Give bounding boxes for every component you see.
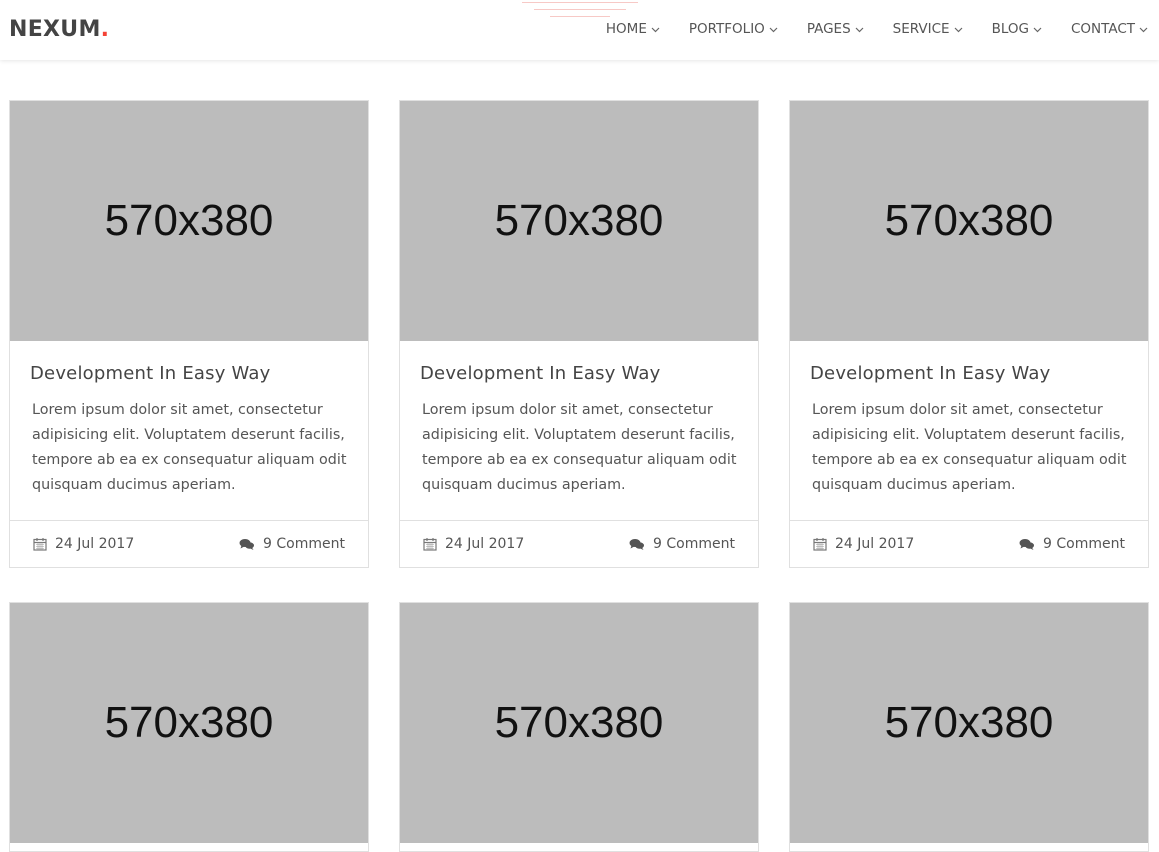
- nav-item-label: CONTACT: [1070, 21, 1135, 37]
- post-date-text: 24 Jul 2017: [835, 536, 915, 552]
- post-title[interactable]: Development In Easy Way: [420, 363, 738, 384]
- thumbnail-label: 570x380: [884, 196, 1054, 245]
- post-thumbnail[interactable]: 570x380: [10, 101, 368, 341]
- post-comments[interactable]: 9 Comment: [239, 536, 345, 552]
- header-decoration: [520, 0, 640, 20]
- nav-item-service[interactable]: SERVICE: [893, 21, 963, 37]
- calendar-icon: [423, 538, 437, 551]
- nav-item-contact[interactable]: CONTACT: [1071, 21, 1148, 37]
- brand-dot: .: [100, 17, 110, 42]
- thumbnail-label: 570x380: [104, 698, 274, 747]
- calendar-icon: [33, 538, 47, 551]
- post-comments[interactable]: 9 Comment: [629, 536, 735, 552]
- post-date: 24 Jul 2017: [33, 536, 134, 552]
- post-title[interactable]: Development In Easy Way: [810, 363, 1128, 384]
- post-meta: 24 Jul 2017 9 Comment: [400, 520, 758, 567]
- post-date-text: 24 Jul 2017: [55, 536, 135, 552]
- nav-item-pages[interactable]: PAGES: [807, 21, 864, 37]
- brand-logo[interactable]: NEXUM.: [9, 17, 109, 42]
- nav-item-label: HOME: [605, 21, 647, 37]
- blog-card: 570x380 Development In Easy Way Lorem ip…: [789, 100, 1149, 568]
- nav-item-blog[interactable]: BLOG: [992, 21, 1042, 37]
- chevron-down-icon: [954, 25, 963, 34]
- blog-card: 570x380 Development In Easy Way Lorem ip…: [399, 100, 759, 568]
- comments-icon: [629, 538, 645, 550]
- chevron-down-icon: [1139, 25, 1148, 34]
- nav-item-label: BLOG: [991, 21, 1029, 37]
- comments-icon: [1019, 538, 1035, 550]
- post-thumbnail[interactable]: 570x380: [10, 603, 368, 843]
- post-meta: 24 Jul 2017 9 Comment: [790, 520, 1148, 567]
- thumbnail-label: 570x380: [494, 196, 664, 245]
- post-thumbnail[interactable]: 570x380: [790, 101, 1148, 341]
- post-comments[interactable]: 9 Comment: [1019, 536, 1125, 552]
- main-nav: HOME PORTFOLIO PAGES SERVICE BLOG CONTAC…: [577, 21, 1148, 37]
- post-date: 24 Jul 2017: [813, 536, 914, 552]
- post-title[interactable]: Development In Easy Way: [30, 363, 348, 384]
- calendar-icon: [813, 538, 827, 551]
- nav-item-label: PORTFOLIO: [688, 21, 765, 37]
- post-excerpt: Lorem ipsum dolor sit amet, consectetur …: [812, 402, 1127, 493]
- post-excerpt: Lorem ipsum dolor sit amet, consectetur …: [32, 402, 347, 493]
- post-comments-text: 9 Comment: [1043, 536, 1125, 552]
- post-thumbnail[interactable]: 570x380: [790, 603, 1148, 843]
- thumbnail-label: 570x380: [104, 196, 274, 245]
- chevron-down-icon: [651, 25, 660, 34]
- blog-card: 570x380 Development In Easy Way Lorem ip…: [9, 100, 369, 568]
- nav-item-label: SERVICE: [892, 21, 950, 37]
- chevron-down-icon: [1033, 25, 1042, 34]
- post-date-text: 24 Jul 2017: [445, 536, 525, 552]
- post-thumbnail[interactable]: 570x380: [400, 101, 758, 341]
- blog-card: 570x380: [9, 602, 369, 852]
- chevron-down-icon: [769, 25, 778, 34]
- post-comments-text: 9 Comment: [263, 536, 345, 552]
- chevron-down-icon: [855, 25, 864, 34]
- nav-item-portfolio[interactable]: PORTFOLIO: [689, 21, 778, 37]
- post-excerpt: Lorem ipsum dolor sit amet, consectetur …: [422, 402, 737, 493]
- brand-name: NEXUM: [9, 17, 101, 42]
- nav-item-home[interactable]: HOME: [606, 21, 660, 37]
- blog-card: 570x380: [399, 602, 759, 852]
- post-thumbnail[interactable]: 570x380: [400, 603, 758, 843]
- post-date: 24 Jul 2017: [423, 536, 524, 552]
- post-comments-text: 9 Comment: [653, 536, 735, 552]
- thumbnail-label: 570x380: [494, 698, 664, 747]
- thumbnail-label: 570x380: [884, 698, 1054, 747]
- comments-icon: [239, 538, 255, 550]
- site-header: NEXUM. HOME PORTFOLIO PAGES SERVICE BLOG…: [0, 0, 1159, 60]
- nav-item-label: PAGES: [806, 21, 851, 37]
- post-meta: 24 Jul 2017 9 Comment: [10, 520, 368, 567]
- blog-card: 570x380: [789, 602, 1149, 852]
